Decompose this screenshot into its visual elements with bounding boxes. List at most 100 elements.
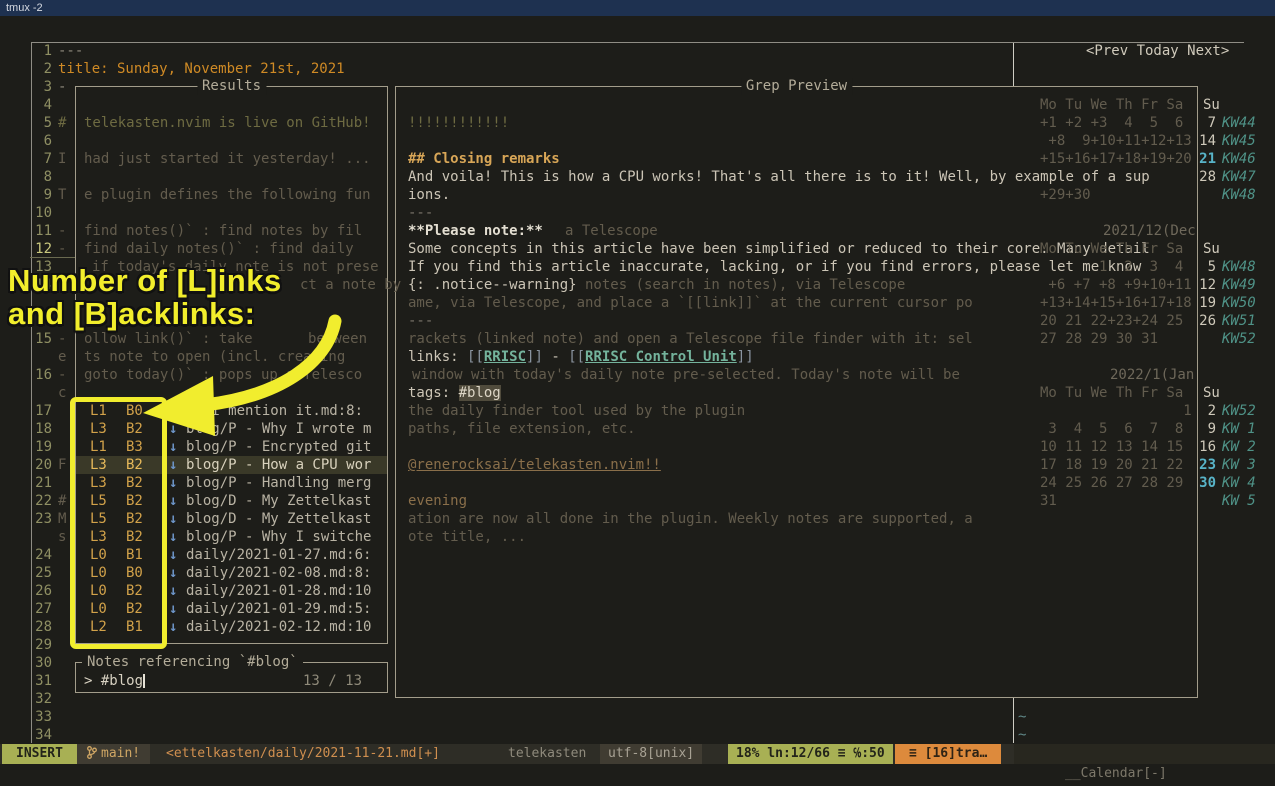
result-row[interactable]: L0B0↓daily/2021-02-08.md:8: [76, 564, 387, 582]
line-number: 22 [30, 492, 52, 510]
links-count: L2 [90, 618, 107, 636]
result-row[interactable]: L2B1↓daily/2021-02-12.md:10 [76, 618, 387, 636]
empty-line-tilde: ~ [1018, 708, 1026, 726]
calendar-week-days[interactable]: +15+16+17+18+19+20 [1040, 150, 1192, 168]
bg-text-fragment: notes (search in notes), via Telescope [585, 276, 905, 294]
result-row[interactable]: L1B3↓blog/P - Encrypted git [76, 438, 387, 456]
screen: tmux -2 Results Grep Preview Notes refer… [0, 0, 1275, 786]
preview-segment: [[ [467, 349, 484, 365]
calendar-week-days[interactable]: 20 21 22+23+24 25 [1040, 312, 1183, 330]
telescope-prompt-input[interactable]: > #blog [84, 672, 143, 690]
calendar-week-number: KW45 [1222, 132, 1256, 150]
backlinks-count: B3 [126, 438, 143, 456]
result-row[interactable]: L1B0↓...i mention it.md:8: [76, 402, 387, 420]
bg-text-fragment: a Telescope [565, 222, 658, 240]
line-number: 17 [30, 402, 52, 420]
bg-text-fragment: !!!!!!!!!!!! [408, 114, 509, 132]
links-count: L1 [90, 402, 107, 420]
bg-text-fragment: between [308, 330, 367, 348]
bg-text-fragment: e [58, 348, 66, 366]
backlinks-count: B2 [126, 600, 143, 618]
calendar-week-days[interactable]: +6 +7 +8 +9+10+11 [1040, 276, 1192, 294]
calendar-week-number: KW52 [1222, 330, 1256, 348]
calendar-sunday-day[interactable]: 19 [1199, 294, 1216, 312]
calendar-sunday-day[interactable]: 26 [1199, 312, 1216, 330]
line-number: 30 [30, 654, 52, 672]
result-row[interactable]: L0B2↓daily/2021-01-28.md:10 [76, 582, 387, 600]
calendar-week-days[interactable]: 1 2 3 4 [1040, 258, 1183, 276]
result-row[interactable]: L0B2↓daily/2021-01-29.md:5: [76, 600, 387, 618]
calendar-week-days[interactable]: +29+30 [1040, 186, 1091, 204]
preview-line: ## Closing remarks [408, 150, 560, 168]
links-count: L3 [90, 528, 107, 546]
result-row[interactable]: L3B2↓blog/P - Why I switche [76, 528, 387, 546]
calendar-week-days[interactable]: 27 28 29 30 31 [1040, 330, 1158, 348]
result-text: blog/P - Why I wrote m [186, 420, 371, 438]
result-row[interactable]: L3B2↓blog/P - Handling merg [76, 474, 387, 492]
calendar-week-days[interactable]: 3 4 5 6 7 8 [1040, 420, 1183, 438]
bg-text-fragment: if today's daily note is not prese [92, 258, 379, 276]
tmux-title: tmux -2 [6, 2, 43, 14]
calendar-week-days[interactable]: 24 25 26 27 28 29 [1040, 474, 1183, 492]
calendar-week-days[interactable]: 10 11 12 13 14 15 [1040, 438, 1183, 456]
result-text: blog/P - Why I switche [186, 528, 371, 546]
calendar-today[interactable]: 21 [1199, 150, 1216, 168]
preview-line: --- [408, 204, 433, 222]
calendar-sunday-day[interactable]: 7 [1199, 114, 1216, 132]
backlinks-count: B0 [126, 402, 143, 420]
line-number: 10 [30, 204, 52, 222]
calendar-week-days[interactable]: +1 +2 +3 4 5 6 [1040, 114, 1183, 132]
download-icon: ↓ [169, 600, 177, 618]
line-number: 29 [30, 636, 52, 654]
line-number: 5 [30, 114, 52, 132]
bg-text-fragment: - [58, 276, 66, 294]
calendar-sunday-day[interactable]: 23 [1199, 456, 1216, 474]
calendar-week-number: KW 4 [1222, 474, 1256, 492]
bg-text-fragment: e plugin defines the following fun [84, 186, 371, 204]
calendar-sunday-day[interactable]: 5 [1199, 258, 1216, 276]
bg-text-fragment: c [58, 384, 66, 402]
result-row[interactable]: L5B2↓blog/D - My Zettelkast [76, 492, 387, 510]
pane-border-top [31, 42, 1244, 43]
calendar-sunday-day[interactable]: 12 [1199, 276, 1216, 294]
git-branch-label: main! [101, 746, 140, 761]
result-text: blog/P - Encrypted git [186, 438, 371, 456]
calendar-week-days[interactable]: +13+14+15+16+17+18 [1040, 294, 1192, 312]
calendar-week-days[interactable]: 17 18 19 20 21 22 [1040, 456, 1183, 474]
result-row[interactable]: L3B2↓blog/P - How a CPU wor [76, 456, 387, 474]
result-row[interactable]: L3B2↓blog/P - Why I wrote m [76, 420, 387, 438]
result-row[interactable]: L5B2↓blog/D - My Zettelkast [76, 510, 387, 528]
line-number: 18 [30, 420, 52, 438]
backlinks-count: B1 [126, 618, 143, 636]
calendar-sunday-day[interactable]: 16 [1199, 438, 1216, 456]
bg-text-fragment: ame, via Telescope, and place a `[[link]… [408, 294, 973, 312]
bg-text-fragment: ts note to open (incl. creating [84, 348, 345, 366]
buffer-info-segment: ≡ [16]tra… [895, 744, 1001, 764]
preview-segment: ]] [526, 349, 543, 365]
result-text: daily/2021-01-27.md:6: [186, 546, 371, 564]
links-count: L0 [90, 546, 107, 564]
calendar-week-days[interactable]: 31 [1040, 492, 1057, 510]
line-number: 13 [30, 258, 52, 276]
calendar-sunday-day[interactable]: 9 [1199, 420, 1216, 438]
line-number: 14 [30, 276, 52, 294]
download-icon: ↓ [169, 492, 177, 510]
bg-text-fragment: I [58, 150, 66, 168]
bg-text-fragment: telekasten.nvim is live on GitHub! [84, 114, 371, 132]
preview-line: links: [[RRISC]] - [[RRISC Control Unit]… [408, 348, 754, 366]
calendar-sunday-header: Su [1203, 96, 1220, 114]
preview-segment: [[ [568, 349, 585, 365]
calendar-sunday-day[interactable]: 2 [1199, 402, 1216, 420]
calendar-sunday-day[interactable]: 14 [1199, 132, 1216, 150]
calendar-week-days[interactable]: 1 [1040, 402, 1192, 420]
calendar-nav[interactable]: <Prev Today Next> [1086, 42, 1229, 60]
result-text: daily/2021-01-29.md:5: [186, 600, 371, 618]
links-count: L5 [90, 510, 107, 528]
result-text: blog/P - Handling merg [186, 474, 371, 492]
result-row[interactable]: L0B1↓daily/2021-01-27.md:6: [76, 546, 387, 564]
calendar-week-days[interactable]: +8 9+10+11+12+13 [1040, 132, 1192, 150]
backlinks-count: B2 [126, 420, 143, 438]
calendar-sunday-day[interactable]: 28 [1199, 168, 1216, 186]
line-number: 31 [30, 672, 52, 690]
calendar-sunday-day[interactable]: 30 [1199, 474, 1216, 492]
